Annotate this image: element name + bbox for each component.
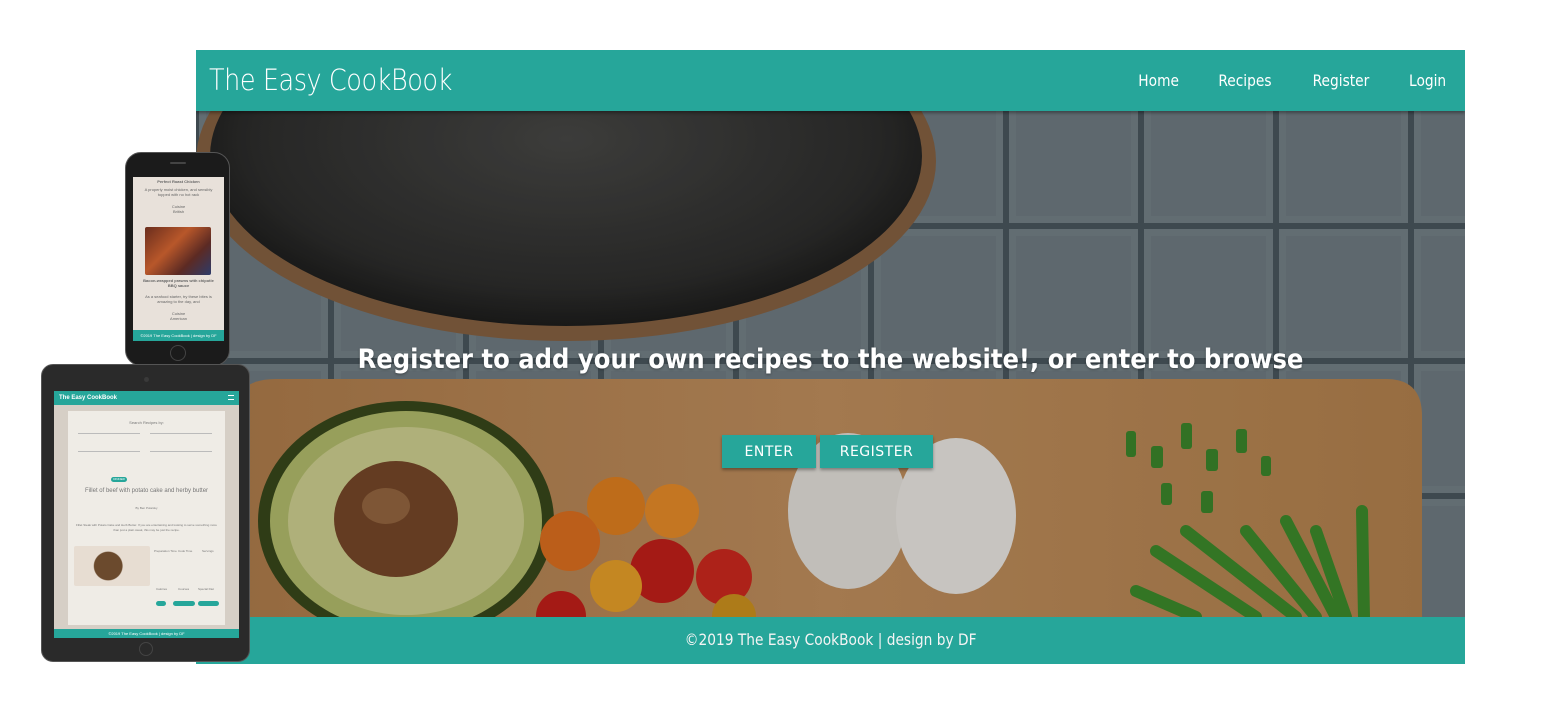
tablet-recipe-badge: DINNER (111, 477, 127, 482)
hero-button-row: ENTER REGISTER (722, 435, 933, 468)
nav-link-register[interactable]: Register (1299, 71, 1383, 90)
hero-tagline: Register to add your own recipes to the … (357, 344, 1304, 375)
nav-link-home[interactable]: Home (1124, 71, 1192, 90)
tablet-meta-courses: Courses (178, 587, 190, 591)
tablet-chip-1[interactable] (156, 601, 166, 606)
nav-link-login[interactable]: Login (1395, 71, 1460, 90)
tablet-brand[interactable]: The Easy CookBook (59, 395, 117, 401)
page-footer: ©2019 The Easy CookBook | design by DF (196, 617, 1465, 664)
footer-text: ©2019 The Easy CookBook | design by DF (684, 630, 977, 649)
tablet-search-heading: Search Recipes by: (129, 420, 164, 425)
phone-recipe-desc-top: A properly moist chicken, and sensibly t… (144, 187, 213, 197)
phone-screen: Perfect Roast Chicken A properly moist c… (133, 177, 224, 341)
register-button[interactable]: REGISTER (820, 435, 933, 468)
phone-cuisine-value-2: American (170, 316, 187, 321)
tablet-footer: ©2019 The Easy CookBook | design by DF (54, 629, 239, 638)
tablet-screen: The Easy CookBook Search Recipes by: DIN… (54, 391, 239, 638)
enter-button[interactable]: ENTER (722, 435, 816, 468)
tablet-recipe-panel: Search Recipes by: DINNER Fillet of beef… (68, 411, 225, 625)
tablet-stat-cook: Cook Time (178, 549, 193, 553)
nav-link-recipes[interactable]: Recipes (1205, 71, 1286, 90)
tablet-search-select-2[interactable] (150, 433, 212, 434)
tablet-meta-calories: Calories (156, 587, 168, 591)
tablet-chip-2[interactable] (173, 601, 195, 606)
tablet-camera (144, 377, 149, 382)
phone-recipe-desc: As a seafood starter, try these bites is… (145, 294, 212, 304)
navbar: The Easy CookBook Home Recipes Register … (196, 50, 1465, 111)
screenshot-stage: The Easy CookBook Home Recipes Register … (0, 0, 1563, 720)
tablet-home-button (139, 642, 153, 656)
phone-home-button (170, 345, 186, 361)
hero-section: Register to add your own recipes to the … (196, 111, 1465, 617)
tablet-mockup: The Easy CookBook Search Recipes by: DIN… (41, 364, 250, 662)
desktop-mockup: The Easy CookBook Home Recipes Register … (196, 50, 1465, 664)
phone-recipe-image[interactable] (145, 227, 211, 275)
hamburger-menu-icon[interactable] (228, 395, 234, 400)
tablet-search-select-4[interactable] (150, 451, 212, 452)
tablet-meta-special-diet: Special Diet (198, 587, 215, 591)
phone-cuisine-value: British (172, 209, 185, 214)
tablet-stat-servings: Servings (202, 549, 214, 553)
tablet-stat-prep: Preparation Time (154, 549, 177, 553)
tablet-recipe-title: Fillet of beef with potato cake and herb… (84, 488, 209, 494)
phone-recipe-title[interactable]: Bacon-wrapped prawns with chipotle BBQ s… (133, 278, 224, 288)
tablet-recipe-description: Fillet Steak with Potato Cake and Herb B… (76, 523, 217, 532)
phone-footer: ©2019 The Easy CookBook | design by DF (133, 330, 224, 341)
tablet-search-select-1[interactable] (78, 433, 140, 434)
phone-speaker (170, 162, 186, 164)
tablet-search-select-3[interactable] (78, 451, 140, 452)
nav-links: Home Recipes Register Login (1119, 50, 1465, 111)
phone-mockup: Perfect Roast Chicken A properly moist c… (125, 152, 230, 366)
tablet-recipe-image (74, 546, 150, 586)
tablet-navbar: The Easy CookBook (54, 391, 239, 405)
phone-recipe-title-top: Perfect Roast Chicken (157, 179, 200, 184)
tablet-chip-3[interactable] (198, 601, 219, 606)
brand-logo[interactable]: The Easy CookBook (209, 63, 452, 97)
tablet-recipe-author: By Ben Polarsky (135, 506, 158, 510)
